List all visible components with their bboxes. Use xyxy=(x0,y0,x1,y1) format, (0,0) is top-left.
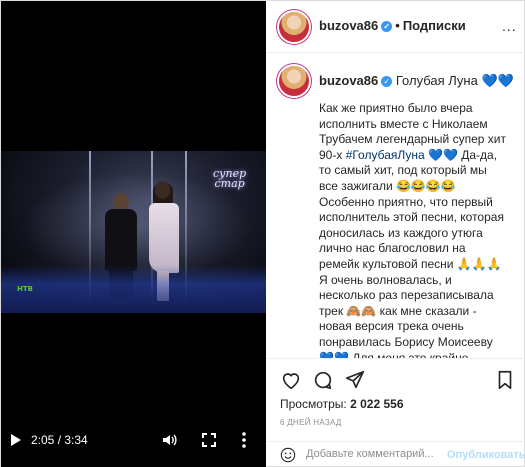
video-controls: 2:05 / 3:34 xyxy=(1,427,266,455)
play-icon[interactable] xyxy=(11,434,21,446)
comment-bar: Опубликовать xyxy=(266,441,525,467)
show-logo: супер стар xyxy=(213,167,247,190)
video-time: 2:05 / 3:34 xyxy=(31,433,88,447)
following-button[interactable]: Подписки xyxy=(403,18,466,33)
audience-silhouette xyxy=(1,265,266,313)
video-frame[interactable]: супер стар НТВ xyxy=(1,151,266,313)
username-link[interactable]: buzova86 xyxy=(319,73,378,88)
header-user-line: buzova86 ✓ • Подписки xyxy=(319,18,466,33)
fullscreen-icon[interactable] xyxy=(201,432,217,448)
hashtag-link[interactable]: #ГолубаяЛуна xyxy=(346,148,425,162)
view-count: Просмотры: 2 022 556 xyxy=(280,397,404,411)
caption-area: buzova86 ✓ Голубая Луна 💙💙 Как же приятно… xyxy=(266,53,525,358)
separator-dot: • xyxy=(395,18,400,33)
verified-badge-icon: ✓ xyxy=(381,76,393,87)
emoji-icon[interactable] xyxy=(280,447,296,463)
share-icon[interactable] xyxy=(344,369,366,391)
caption-title: Голубая Луна 💙💙 xyxy=(395,73,514,88)
post-details-panel: buzova86 ✓ • Подписки ... buzova86 ✓ Голубая… xyxy=(266,1,525,467)
avatar[interactable] xyxy=(279,66,309,96)
video-more-icon[interactable] xyxy=(241,430,247,450)
post-actions: Просмотры: 2 022 556 6 ДНЕЙ НАЗАД Опубли… xyxy=(266,358,525,467)
avatar[interactable] xyxy=(279,12,309,42)
bookmark-icon[interactable] xyxy=(494,369,516,391)
channel-logo: НТВ xyxy=(17,285,33,293)
comment-icon[interactable] xyxy=(312,369,334,391)
caption-header: buzova86 ✓ Голубая Луна 💙💙 xyxy=(319,73,514,89)
post-timestamp[interactable]: 6 ДНЕЙ НАЗАД xyxy=(280,418,342,427)
heart-icon[interactable] xyxy=(280,369,302,391)
volume-icon[interactable] xyxy=(161,432,177,448)
instagram-post: супер стар НТВ 2:05 / 3:34 buzova86 ✓ • … xyxy=(0,0,525,467)
more-options-icon[interactable]: ... xyxy=(502,18,517,34)
username-link[interactable]: buzova86 xyxy=(319,18,378,33)
post-header: buzova86 ✓ • Подписки ... xyxy=(266,1,525,53)
publish-button[interactable]: Опубликовать xyxy=(447,449,525,461)
comment-input[interactable] xyxy=(306,448,456,460)
caption-text: Как же приятно было вчера исполнить вмес… xyxy=(319,101,510,358)
video-player[interactable]: супер стар НТВ 2:05 / 3:34 xyxy=(1,1,266,467)
verified-badge-icon: ✓ xyxy=(381,21,393,32)
